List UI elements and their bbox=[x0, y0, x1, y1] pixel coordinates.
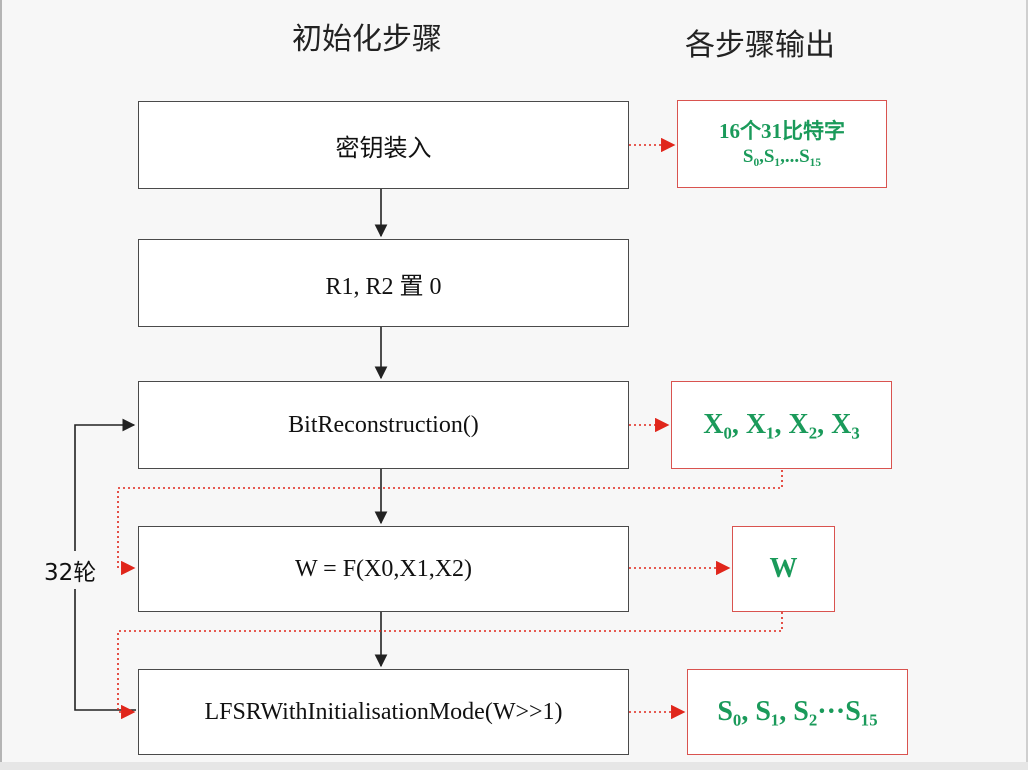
loop-count-label: 32轮 bbox=[44, 551, 97, 589]
output-lfsr-state: S₀, S₁, S₂···S₁₅ bbox=[687, 669, 908, 755]
output-bit-values: X₀, X₁, X₂, X₃ bbox=[671, 381, 892, 469]
output-bit-values-label: X₀, X₁, X₂, X₃ bbox=[703, 409, 860, 440]
output-key-words-list: S₀,S₁,...S₁₅ bbox=[742, 146, 822, 167]
step-nonlinear-f: W = F(X0,X1,X2) bbox=[138, 526, 629, 612]
output-w: W bbox=[732, 526, 835, 612]
step-nonlinear-f-label: W = F(X0,X1,X2) bbox=[294, 555, 473, 582]
output-w-label: W bbox=[769, 553, 798, 584]
step-lfsr-init-mode-label: LFSRWithInitialisationMode(W>>1) bbox=[204, 698, 563, 725]
step-bit-reconstruction: BitReconstruction() bbox=[138, 381, 629, 469]
step-bit-reconstruction-label: BitReconstruction() bbox=[288, 411, 479, 438]
step-lfsr-init-mode: LFSRWithInitialisationMode(W>>1) bbox=[138, 669, 629, 755]
step-key-loading-label: 密钥装入 bbox=[335, 133, 432, 162]
step-reset-registers-label: R1, R2 置 0 bbox=[325, 273, 442, 300]
output-key-words: 16个31比特字 S₀,S₁,...S₁₅ bbox=[677, 100, 887, 188]
step-key-loading: 密钥装入 bbox=[138, 101, 629, 189]
output-lfsr-state-label: S₀, S₁, S₂···S₁₅ bbox=[717, 696, 878, 727]
step-reset-registers: R1, R2 置 0 bbox=[138, 239, 629, 327]
output-key-words-count: 16个31比特字 bbox=[719, 119, 845, 143]
